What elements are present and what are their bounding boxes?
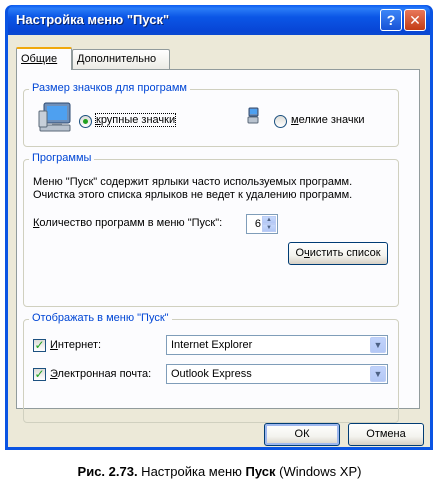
large-icons-icon [38,102,71,132]
internet-browser-select[interactable]: Internet Explorer ▼ [166,335,388,355]
programs-group-title: Программы [29,152,95,164]
large-icons-label[interactable]: крупные значки [94,113,177,127]
caption-bold: Пуск [245,464,276,479]
window-title: Настройка меню "Пуск" [16,12,170,27]
internet-browser-value: Internet Explorer [171,339,253,351]
small-icons-label[interactable]: мелкие значки [291,114,365,126]
dialog-client: Общие Дополнительно Размер значков для п… [8,35,430,447]
email-checkbox[interactable]: ✓ [33,368,46,381]
small-icons-icon [247,107,259,124]
clear-list-text: истить список [309,247,381,259]
spin-down-icon[interactable]: ▼ [262,224,276,232]
title-bar[interactable]: Настройка меню "Пуск" ? ✕ [8,5,430,35]
tab-general-label: Общие [21,53,58,65]
email-client-select[interactable]: Outlook Express ▼ [166,364,388,384]
internet-mnemonic: И [50,339,58,351]
large-icons-radio[interactable] [79,115,92,128]
clear-list-button[interactable]: Очистить список [288,242,388,265]
icon-size-group-title: Размер значков для программ [29,82,190,94]
email-label[interactable]: Электронная почта: [50,368,151,380]
tab-general[interactable]: Общие [16,47,72,70]
dialog-window: Настройка меню "Пуск" ? ✕ Общие Дополнит… [5,5,433,450]
small-icons-radio[interactable] [274,115,287,128]
large-icons-text: рупные значки [100,114,176,126]
tab-additional[interactable]: Дополнительно [72,49,170,69]
internet-label[interactable]: Интернет: [50,339,101,351]
show-in-menu-group: Отображать в меню "Пуск" ✓ Интернет: Int… [23,312,399,423]
caption-text-1: Настройка меню [137,464,246,479]
small-icons-mnemonic: м [291,114,299,126]
email-text: лектронная почта: [57,368,152,380]
show-in-menu-group-title: Отображать в меню "Пуск" [29,312,172,324]
help-button[interactable]: ? [380,9,402,31]
tab-additional-label: ополнительно [84,53,157,65]
internet-text: нтернет: [57,339,102,351]
caption-text-2: (Windows XP) [275,464,362,479]
programs-description-line2: Очистка этого списка ярлыков не ведет к … [33,189,353,201]
program-count-text: оличество программ в меню "Пуск": [39,217,223,229]
figure-caption: Рис. 2.73. Настройка меню Пуск (Windows … [0,464,439,479]
internet-checkbox[interactable]: ✓ [33,339,46,352]
tab-additional-mnemonic: Д [77,53,85,65]
programs-description-line1: Меню "Пуск" содержит ярлыки часто исполь… [33,176,353,188]
ok-button[interactable]: ОК [264,423,340,446]
small-icons-text: елкие значки [298,114,365,126]
chevron-down-icon[interactable]: ▼ [370,337,386,353]
email-client-value: Outlook Express [171,368,252,380]
figure-number: Рис. 2.73. [77,464,138,479]
program-count-value: 6 [254,218,261,230]
program-count-spinner[interactable]: 6 ▲ ▼ [246,214,278,234]
program-count-label: Количество программ в меню "Пуск": [33,217,222,229]
close-button[interactable]: ✕ [404,9,426,31]
cancel-button[interactable]: Отмена [348,423,424,446]
programs-group: Программы Меню "Пуск" содержит ярлыки ча… [23,152,399,307]
clear-list-text-pre: О [295,247,304,259]
spin-up-icon[interactable]: ▲ [262,216,276,224]
chevron-down-icon[interactable]: ▼ [370,366,386,382]
email-mnemonic: Э [50,368,58,380]
icon-size-group: Размер значков для программ крупные знач… [23,82,399,147]
